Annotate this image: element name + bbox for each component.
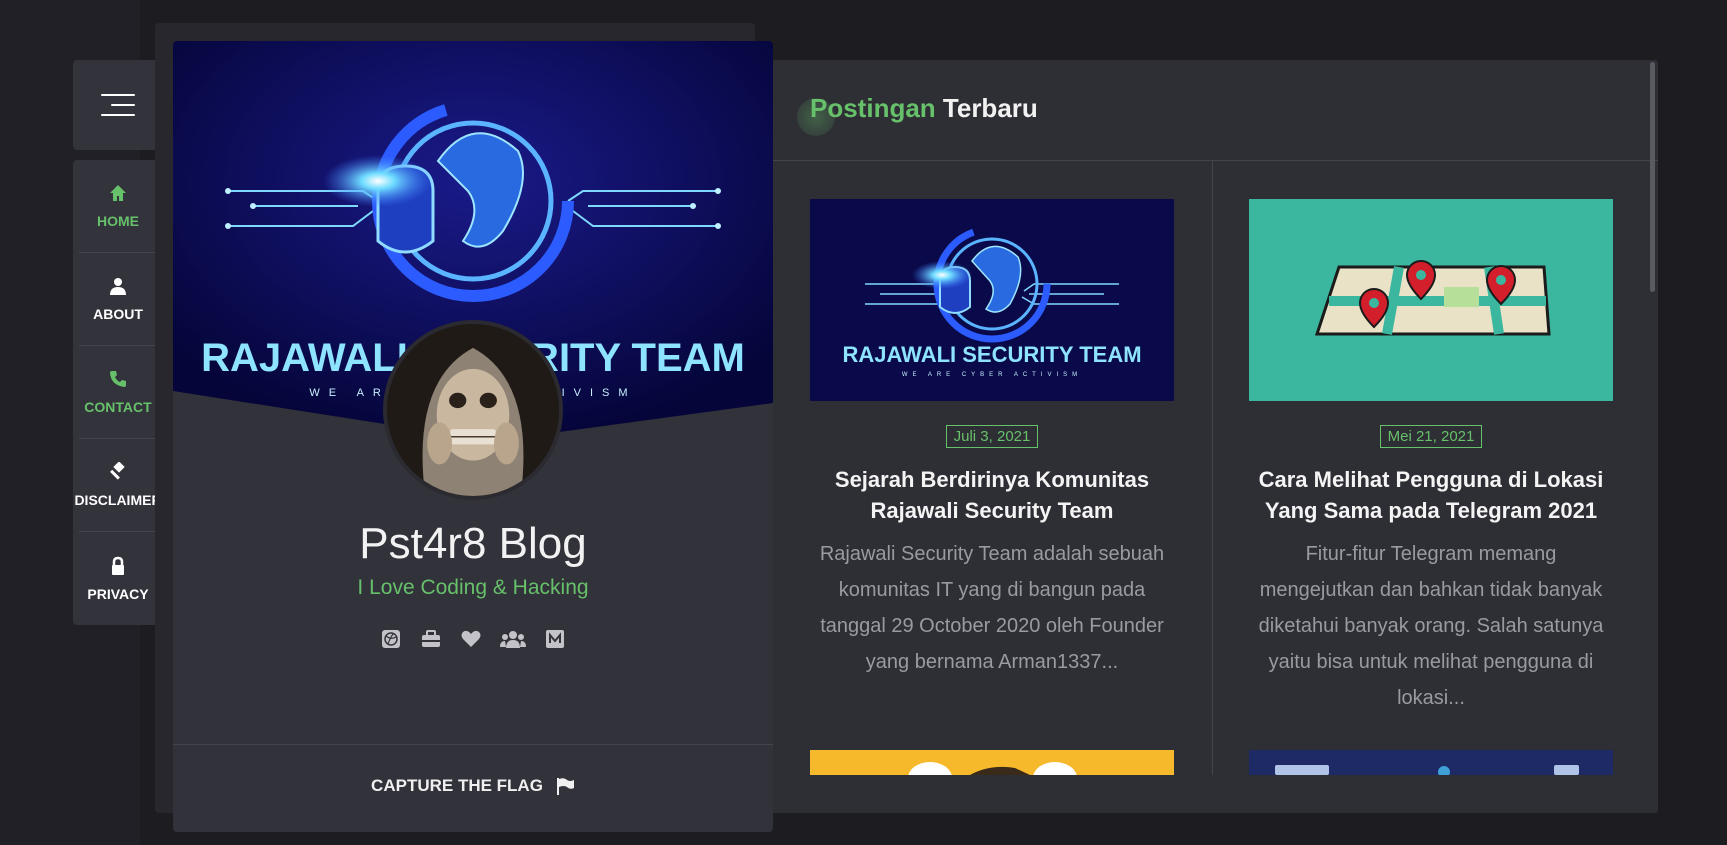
dribbble-icon[interactable] <box>380 628 402 650</box>
blog-title: Pst4r8 Blog <box>359 519 587 568</box>
section-title-white: Terbaru <box>942 93 1038 123</box>
hamburger-icon <box>101 94 135 116</box>
post-thumbnail[interactable] <box>810 750 1174 775</box>
nav-item-privacy[interactable]: PRIVACY <box>79 532 157 625</box>
capture-the-flag-label: CAPTURE THE FLAG <box>371 776 543 795</box>
post-excerpt: Rajawali Security Team adalah sebuah kom… <box>819 543 1165 673</box>
post-card[interactable]: Mei 21, 2021 Cara Melihat Pengguna di Lo… <box>1249 199 1613 716</box>
column-divider <box>1212 160 1213 775</box>
post-thumbnail-subtext: WE ARE CYBER ACTIVISM <box>902 372 1082 378</box>
post-date: Juli 3, 2021 <box>945 425 1039 448</box>
post-title[interactable]: Sejarah Berdirinya Komunitas Rajawali Se… <box>810 464 1174 526</box>
side-navigation: HOME ABOUT CONTACT DISCLAIMER PRIVACY <box>73 160 163 625</box>
card-divider <box>173 744 773 745</box>
panel-divider <box>773 160 1658 161</box>
flag-icon <box>556 778 574 795</box>
post-thumbnail[interactable]: RAJAWALI SECURITY TEAM WE ARE CYBER ACTI… <box>810 199 1174 401</box>
scrollbar[interactable] <box>1650 62 1655 292</box>
profile-card: RAJAWALI SECURITY TEAM WE ARE CYBER ACTI… <box>173 41 773 832</box>
blog-tagline: I Love Coding & Hacking <box>357 576 589 599</box>
section-title-green: Postingan <box>810 93 936 123</box>
post-excerpt: Fitur-fitur Telegram memang mengejutkan … <box>1258 543 1604 709</box>
toolbox-icon[interactable] <box>420 628 442 650</box>
gavel-icon <box>110 462 125 480</box>
avatar-image <box>387 324 559 496</box>
user-icon <box>110 278 126 295</box>
post-thumbnail-text: RAJAWALI SECURITY TEAM <box>842 342 1141 367</box>
post-title[interactable]: Cara Melihat Pengguna di Lokasi Yang Sam… <box>1249 464 1613 526</box>
menu-toggle-button[interactable] <box>73 60 163 150</box>
nav-item-about[interactable]: ABOUT <box>79 253 157 346</box>
social-links <box>173 628 773 650</box>
post-thumbnail[interactable] <box>1249 750 1613 775</box>
nav-item-label: CONTACT <box>84 399 152 415</box>
nav-item-label: ABOUT <box>93 306 143 322</box>
capture-the-flag-link[interactable]: CAPTURE THE FLAG <box>173 776 773 796</box>
section-title: Postingan Terbaru <box>810 93 1038 124</box>
home-icon <box>110 185 126 201</box>
avatar[interactable] <box>383 320 563 500</box>
medium-icon[interactable] <box>544 628 566 650</box>
post-card[interactable]: RAJAWALI SECURITY TEAM WE ARE CYBER ACTI… <box>810 199 1174 680</box>
nav-item-label: PRIVACY <box>87 585 149 602</box>
nav-item-disclaimer[interactable]: DISCLAIMER <box>74 439 162 532</box>
heart-icon[interactable] <box>460 628 482 650</box>
lock-icon <box>112 556 124 575</box>
nav-item-contact[interactable]: CONTACT <box>79 346 157 439</box>
nav-item-label: DISCLAIMER <box>74 492 162 508</box>
nav-item-home[interactable]: HOME <box>79 160 157 253</box>
post-thumbnail[interactable] <box>1249 199 1613 401</box>
nav-item-label: HOME <box>97 213 139 229</box>
post-date: Mei 21, 2021 <box>1379 425 1483 448</box>
users-icon[interactable] <box>500 628 526 650</box>
phone-icon <box>110 371 126 387</box>
